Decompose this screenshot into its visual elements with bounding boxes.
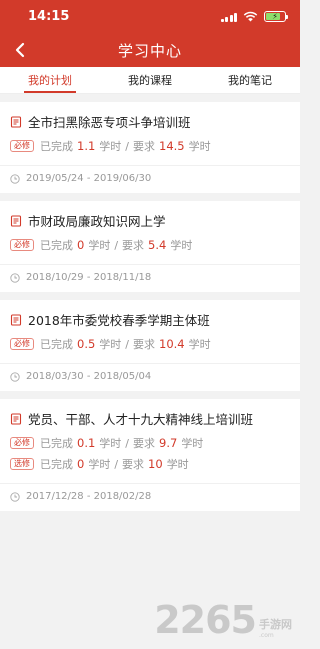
required-label: 要求 <box>133 437 156 450</box>
back-button[interactable] <box>8 38 32 62</box>
wifi-icon <box>243 11 258 22</box>
tab-active-indicator <box>24 91 76 93</box>
nav-bar: 学习中心 <box>0 33 300 67</box>
plan-date: 2019/05/24 - 2019/06/30 <box>0 165 300 193</box>
done-value: 0 <box>77 457 85 471</box>
done-value: 0.1 <box>77 436 96 450</box>
status-bar: 14:15 ⚡ <box>0 0 300 33</box>
required-value: 10.4 <box>159 337 185 351</box>
required-value: 9.7 <box>159 436 178 450</box>
tab-label: 我的计划 <box>28 74 72 87</box>
plan-card[interactable]: 全市扫黑除恶专项斗争培训班 必修 已完成 1.1 学时 / 要求 14.5 学时… <box>0 102 300 193</box>
required-value: 14.5 <box>159 139 185 153</box>
date-range: 2017/12/28 - 2018/02/28 <box>26 491 152 502</box>
unit-label: 学时 <box>88 239 111 252</box>
unit-label: 学时 <box>188 140 211 153</box>
done-value: 1.1 <box>77 139 96 153</box>
plan-name: 市财政局廉政知识网上学 <box>28 214 166 229</box>
status-time: 14:15 <box>28 9 70 24</box>
plan-name: 2018年市委党校春季学期主体班 <box>28 313 210 328</box>
hours-row: 必修 已完成 0 学时 / 要求 5.4 学时 <box>10 237 290 253</box>
separator: / <box>125 436 130 450</box>
clock-icon <box>10 491 20 502</box>
done-label: 已完成 <box>40 458 73 471</box>
unit-label: 学时 <box>99 437 122 450</box>
hours-row: 必修 已完成 0.1 学时 / 要求 9.7 学时 <box>10 435 290 451</box>
tab-label: 我的课程 <box>128 74 172 87</box>
app-header: 14:15 ⚡ 学习中心 <box>0 0 300 67</box>
unit-label: 学时 <box>170 239 193 252</box>
required-value: 10 <box>148 457 163 471</box>
document-icon <box>10 115 22 128</box>
course-type-badge: 选修 <box>10 457 34 471</box>
date-range: 2018/10/29 - 2018/11/18 <box>26 272 152 283</box>
page-title: 学习中心 <box>117 41 182 60</box>
course-type-badge: 必修 <box>10 238 34 252</box>
watermark-cn: 手游网 <box>259 618 292 631</box>
plan-card[interactable]: 市财政局廉政知识网上学 必修 已完成 0 学时 / 要求 5.4 学时 2018… <box>0 201 300 292</box>
course-type-badge: 必修 <box>10 436 34 450</box>
course-type-badge: 必修 <box>10 337 34 351</box>
unit-label: 学时 <box>181 437 204 450</box>
unit-label: 学时 <box>99 338 122 351</box>
done-label: 已完成 <box>40 338 73 351</box>
plan-date: 2017/12/28 - 2018/02/28 <box>0 483 300 511</box>
status-icons: ⚡ <box>220 11 288 22</box>
site-watermark: 2265 手游网 .com <box>154 601 292 639</box>
date-range: 2018/03/30 - 2018/05/04 <box>26 371 152 382</box>
done-label: 已完成 <box>40 239 73 252</box>
plan-card[interactable]: 2018年市委党校春季学期主体班 必修 已完成 0.5 学时 / 要求 10.4… <box>0 300 300 391</box>
plan-name: 全市扫黑除恶专项斗争培训班 <box>28 115 191 130</box>
chevron-left-icon <box>15 42 25 58</box>
document-icon <box>10 313 22 326</box>
required-label: 要求 <box>122 458 145 471</box>
plan-date: 2018/10/29 - 2018/11/18 <box>0 264 300 292</box>
required-value: 5.4 <box>148 238 167 252</box>
plan-date: 2018/03/30 - 2018/05/04 <box>0 363 300 391</box>
plan-card[interactable]: 党员、干部、人才十九大精神线上培训班 必修 已完成 0.1 学时 / 要求 9.… <box>0 399 300 511</box>
signal-icon <box>220 12 237 22</box>
plan-list: 全市扫黑除恶专项斗争培训班 必修 已完成 1.1 学时 / 要求 14.5 学时… <box>0 94 300 511</box>
unit-label: 学时 <box>188 338 211 351</box>
separator: / <box>114 457 119 471</box>
done-value: 0.5 <box>77 337 96 351</box>
tab-bar: 我的计划 我的课程 我的笔记 <box>0 67 300 94</box>
course-type-badge: 必修 <box>10 139 34 153</box>
tab-label: 我的笔记 <box>228 74 272 87</box>
separator: / <box>125 139 130 153</box>
required-label: 要求 <box>133 140 156 153</box>
done-label: 已完成 <box>40 437 73 450</box>
unit-label: 学时 <box>166 458 189 471</box>
unit-label: 学时 <box>99 140 122 153</box>
tab-my-courses[interactable]: 我的课程 <box>100 67 200 93</box>
plan-name: 党员、干部、人才十九大精神线上培训班 <box>28 412 254 427</box>
unit-label: 学时 <box>88 458 111 471</box>
document-icon <box>10 214 22 227</box>
required-label: 要求 <box>122 239 145 252</box>
separator: / <box>114 238 119 252</box>
document-icon <box>10 412 22 425</box>
tab-my-plan[interactable]: 我的计划 <box>0 67 100 93</box>
tab-my-notes[interactable]: 我的笔记 <box>200 67 300 93</box>
required-label: 要求 <box>133 338 156 351</box>
hours-row: 必修 已完成 1.1 学时 / 要求 14.5 学时 <box>10 138 290 154</box>
clock-icon <box>10 173 20 184</box>
watermark-en: .com <box>259 632 274 639</box>
clock-icon <box>10 272 20 283</box>
done-label: 已完成 <box>40 140 73 153</box>
clock-icon <box>10 371 20 382</box>
watermark-number: 2265 <box>154 598 257 642</box>
separator: / <box>125 337 130 351</box>
hours-row: 必修 已完成 0.5 学时 / 要求 10.4 学时 <box>10 336 290 352</box>
done-value: 0 <box>77 238 85 252</box>
date-range: 2019/05/24 - 2019/06/30 <box>26 173 152 184</box>
hours-row: 选修 已完成 0 学时 / 要求 10 学时 <box>10 456 290 472</box>
battery-icon: ⚡ <box>264 11 288 22</box>
